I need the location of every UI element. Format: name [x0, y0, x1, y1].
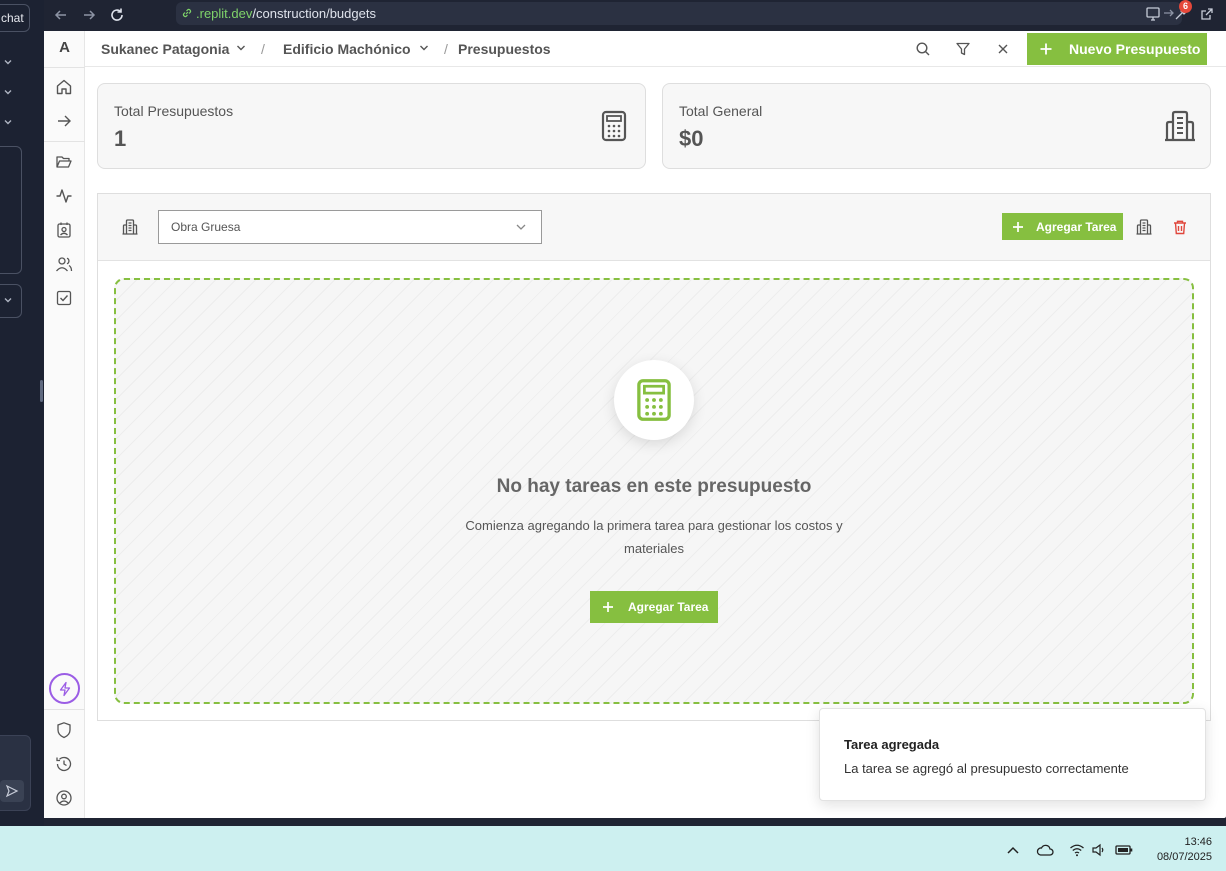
building-icon — [122, 219, 138, 235]
battery-icon[interactable] — [1115, 842, 1133, 858]
zap-icon[interactable] — [49, 673, 80, 704]
new-budget-button[interactable]: Nuevo Presupuesto — [1027, 33, 1207, 65]
new-budget-label: Nuevo Presupuesto — [1069, 41, 1201, 57]
chevron-down-icon[interactable] — [2, 294, 14, 306]
chevron-down-icon[interactable] — [2, 116, 14, 128]
total-budgets-value: 1 — [114, 126, 127, 151]
divider — [44, 141, 85, 142]
toast-notification[interactable]: Tarea agregada La tarea se agregó al pre… — [819, 708, 1206, 801]
users-icon[interactable] — [54, 254, 74, 274]
filter-icon[interactable] — [954, 40, 972, 58]
budget-select[interactable]: Obra Gruesa — [158, 210, 542, 244]
cloud-icon[interactable] — [1036, 842, 1054, 858]
add-task-label: Agregar Tarea — [1036, 219, 1117, 234]
total-budgets-card: Total Presupuestos 1 — [97, 83, 646, 169]
devices-icon[interactable] — [1145, 5, 1163, 23]
total-general-card: Total General $0 — [662, 83, 1211, 169]
budget-select-value: Obra Gruesa — [171, 220, 241, 234]
budget-toolbar: Obra Gruesa Agregar Tarea — [98, 194, 1210, 261]
home-icon[interactable] — [54, 77, 74, 97]
app-sidebar: A — [44, 31, 85, 818]
back-icon[interactable] — [52, 6, 70, 24]
folder-open-icon[interactable] — [54, 152, 74, 172]
breadcrumb-section: Presupuestos — [458, 41, 551, 57]
external-link-icon[interactable] — [1198, 5, 1216, 23]
taskbar: 13:46 08/07/2025 — [0, 826, 1226, 871]
app-header: Sukanec Patagonia / Edificio Machónico /… — [85, 31, 1226, 67]
contact-card-icon[interactable] — [54, 220, 74, 240]
system-clock[interactable]: 13:46 08/07/2025 — [1157, 835, 1212, 865]
empty-state-description: Comienza agregando la primera tarea para… — [465, 518, 843, 556]
replit-side-panel: chat — [0, 0, 44, 826]
total-budgets-label: Total Presupuestos — [114, 103, 234, 119]
plus-icon — [1039, 42, 1053, 56]
app-logo[interactable]: A — [44, 39, 85, 56]
chevron-down-icon[interactable] — [2, 56, 14, 68]
send-icon[interactable] — [0, 780, 24, 802]
total-general-label: Total General — [679, 103, 763, 119]
arrow-right-icon[interactable] — [54, 111, 74, 131]
chevron-down-icon[interactable] — [418, 42, 430, 54]
building-icon[interactable] — [1136, 219, 1152, 235]
total-general-value: $0 — [679, 126, 704, 151]
forward-icon[interactable] — [80, 6, 98, 24]
link-icon — [181, 7, 193, 19]
shield-icon[interactable] — [54, 720, 74, 740]
toast-title: Tarea agregada — [844, 737, 940, 752]
chevron-down-icon[interactable] — [235, 42, 247, 54]
add-task-button[interactable]: Agregar Tarea — [1002, 213, 1123, 240]
panel-card — [0, 146, 22, 274]
chevron-up-icon[interactable] — [1004, 842, 1022, 858]
notification-badge: 6 — [1179, 0, 1192, 13]
breadcrumb-building[interactable]: Edificio Machónico — [283, 41, 411, 57]
user-circle-icon[interactable] — [54, 788, 74, 808]
wifi-icon[interactable] — [1068, 842, 1086, 858]
clock-time: 13:46 — [1184, 836, 1212, 848]
calculator-icon — [601, 110, 627, 142]
add-first-task-button[interactable]: Agregar Tarea — [590, 591, 718, 623]
checkbox-icon[interactable] — [54, 288, 74, 308]
url-path: /construction/budgets — [252, 6, 376, 21]
empty-state-title: No hay tareas en este presupuesto — [496, 476, 812, 497]
divider — [44, 67, 85, 68]
search-icon[interactable] — [914, 40, 932, 58]
toast-message: La tarea se agregó al presupuesto correc… — [844, 761, 1129, 776]
url-host: .replit.dev — [196, 6, 253, 21]
chevron-down-icon — [515, 222, 527, 232]
calculator-icon — [614, 360, 694, 440]
breadcrumb-separator: / — [261, 41, 265, 57]
volume-icon[interactable] — [1090, 842, 1108, 858]
chat-tab[interactable]: chat — [0, 4, 30, 32]
history-icon[interactable] — [54, 754, 74, 774]
divider — [44, 709, 85, 710]
trash-icon[interactable] — [1172, 219, 1188, 235]
breadcrumb-project[interactable]: Sukanec Patagonia — [101, 41, 229, 57]
budget-panel: Obra Gruesa Agregar Tarea No hay tareas … — [97, 193, 1211, 721]
app-window: A Sukanec Patagonia / Edificio Machónico… — [44, 31, 1226, 818]
resize-handle[interactable] — [40, 380, 43, 402]
clock-date: 08/07/2025 — [1156, 851, 1212, 863]
plus-icon — [602, 601, 614, 613]
empty-state: No hay tareas en este presupuesto Comien… — [114, 278, 1194, 704]
building-icon — [1164, 110, 1196, 142]
address-bar[interactable]: .replit.dev/construction/budgets — [176, 2, 1182, 25]
activity-icon[interactable] — [54, 186, 74, 206]
plus-icon — [1012, 221, 1024, 233]
chevron-down-icon[interactable] — [2, 86, 14, 98]
browser-toolbar: .replit.dev/construction/budgets — [44, 0, 1226, 31]
add-first-task-label: Agregar Tarea — [628, 600, 709, 614]
reload-icon[interactable] — [108, 6, 126, 24]
breadcrumb-separator: / — [444, 41, 448, 57]
close-icon[interactable] — [994, 40, 1012, 58]
